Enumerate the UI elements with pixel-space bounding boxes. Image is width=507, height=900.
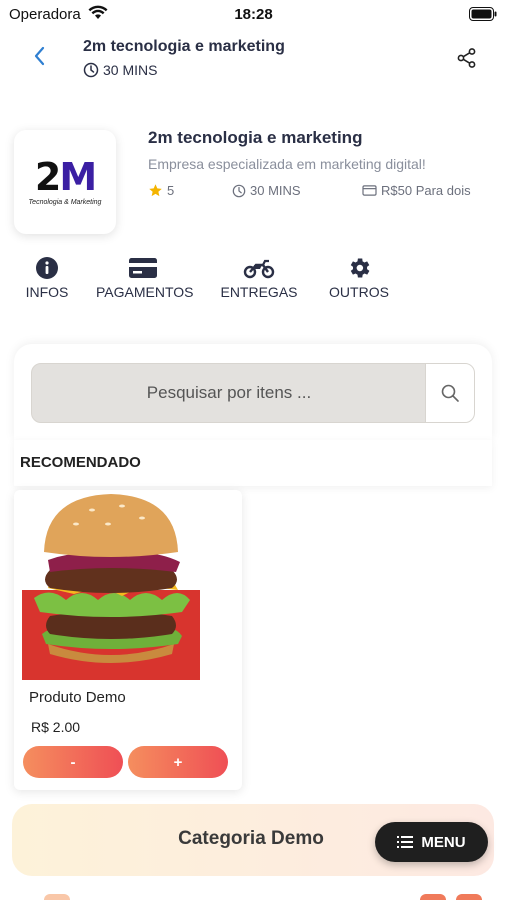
delivery-time: 30 MINS bbox=[83, 62, 157, 78]
store-time-label: 30 MINS bbox=[250, 183, 301, 198]
next-row-button bbox=[420, 894, 446, 900]
clock-icon bbox=[83, 62, 99, 78]
info-tabs: INFOS PAGAMENTOS ENTREGAS OUTROS bbox=[0, 255, 507, 305]
decrease-quantity-button[interactable]: - bbox=[23, 746, 123, 778]
tab-infos-label: INFOS bbox=[25, 284, 69, 300]
tab-pagamentos-label: PAGAMENTOS bbox=[96, 284, 194, 300]
store-rating: 5 bbox=[148, 183, 174, 198]
page-title: 2m tecnologia e marketing bbox=[83, 38, 285, 55]
star-icon bbox=[149, 184, 162, 197]
next-row-button bbox=[456, 894, 482, 900]
menu-button[interactable]: MENU bbox=[375, 822, 488, 862]
next-row-peek bbox=[0, 894, 507, 900]
delivery-time-label: 30 MINS bbox=[103, 62, 158, 78]
clock-time: 18:28 bbox=[234, 6, 273, 23]
credit-card-icon bbox=[96, 255, 190, 281]
motorcycle-icon bbox=[220, 255, 298, 281]
tab-entregas[interactable]: ENTREGAS bbox=[220, 255, 298, 300]
section-title: RECOMENDADO bbox=[20, 454, 141, 471]
recommended-header: RECOMENDADO bbox=[14, 440, 492, 486]
tab-outros[interactable]: OUTROS bbox=[328, 255, 390, 300]
tab-pagamentos[interactable]: PAGAMENTOS bbox=[96, 255, 194, 300]
logo-letter-a: 2 bbox=[34, 154, 61, 199]
product-name: Produto Demo bbox=[29, 689, 126, 706]
tab-infos[interactable]: INFOS bbox=[24, 255, 70, 300]
status-bar: Operadora 18:28 bbox=[0, 0, 507, 28]
clock-icon bbox=[232, 184, 246, 197]
product-image bbox=[22, 494, 200, 680]
store-price-label: R$50 Para dois bbox=[381, 183, 471, 198]
nav-header: 2m tecnologia e marketing 30 MINS bbox=[0, 30, 507, 90]
back-button[interactable] bbox=[28, 44, 52, 68]
increase-quantity-button[interactable]: + bbox=[128, 746, 228, 778]
gear-icon bbox=[328, 255, 390, 281]
store-logo: 2M Tecnologia & Marketing bbox=[14, 130, 116, 234]
battery-icon bbox=[469, 7, 497, 26]
store-name: 2m tecnologia e marketing bbox=[148, 128, 363, 147]
logo-mark: 2M bbox=[34, 154, 97, 199]
search-icon bbox=[441, 384, 459, 402]
product-price: R$ 2.00 bbox=[31, 719, 81, 735]
store-price: R$50 Para dois bbox=[362, 183, 471, 198]
wallet-icon bbox=[362, 185, 377, 196]
logo-letter-b: M bbox=[59, 154, 97, 199]
search-box bbox=[31, 363, 475, 423]
search-input[interactable] bbox=[32, 364, 426, 422]
list-icon bbox=[397, 836, 414, 848]
menu-button-label: MENU bbox=[421, 833, 466, 851]
product-card[interactable]: Produto Demo R$ 2.00 - + bbox=[14, 490, 242, 790]
tab-entregas-label: ENTREGAS bbox=[220, 284, 298, 300]
tab-outros-label: OUTROS bbox=[329, 284, 389, 300]
next-row-button bbox=[44, 894, 70, 900]
store-description: Empresa especializada em marketing digit… bbox=[148, 156, 426, 172]
search-button[interactable] bbox=[425, 364, 474, 422]
chevron-left-icon bbox=[34, 46, 45, 66]
store-time: 30 MINS bbox=[232, 183, 301, 198]
share-icon bbox=[457, 48, 476, 68]
share-button[interactable] bbox=[455, 46, 479, 70]
rating-value: 5 bbox=[167, 183, 175, 198]
logo-caption: Tecnologia & Marketing bbox=[28, 198, 102, 206]
info-icon bbox=[24, 255, 70, 281]
